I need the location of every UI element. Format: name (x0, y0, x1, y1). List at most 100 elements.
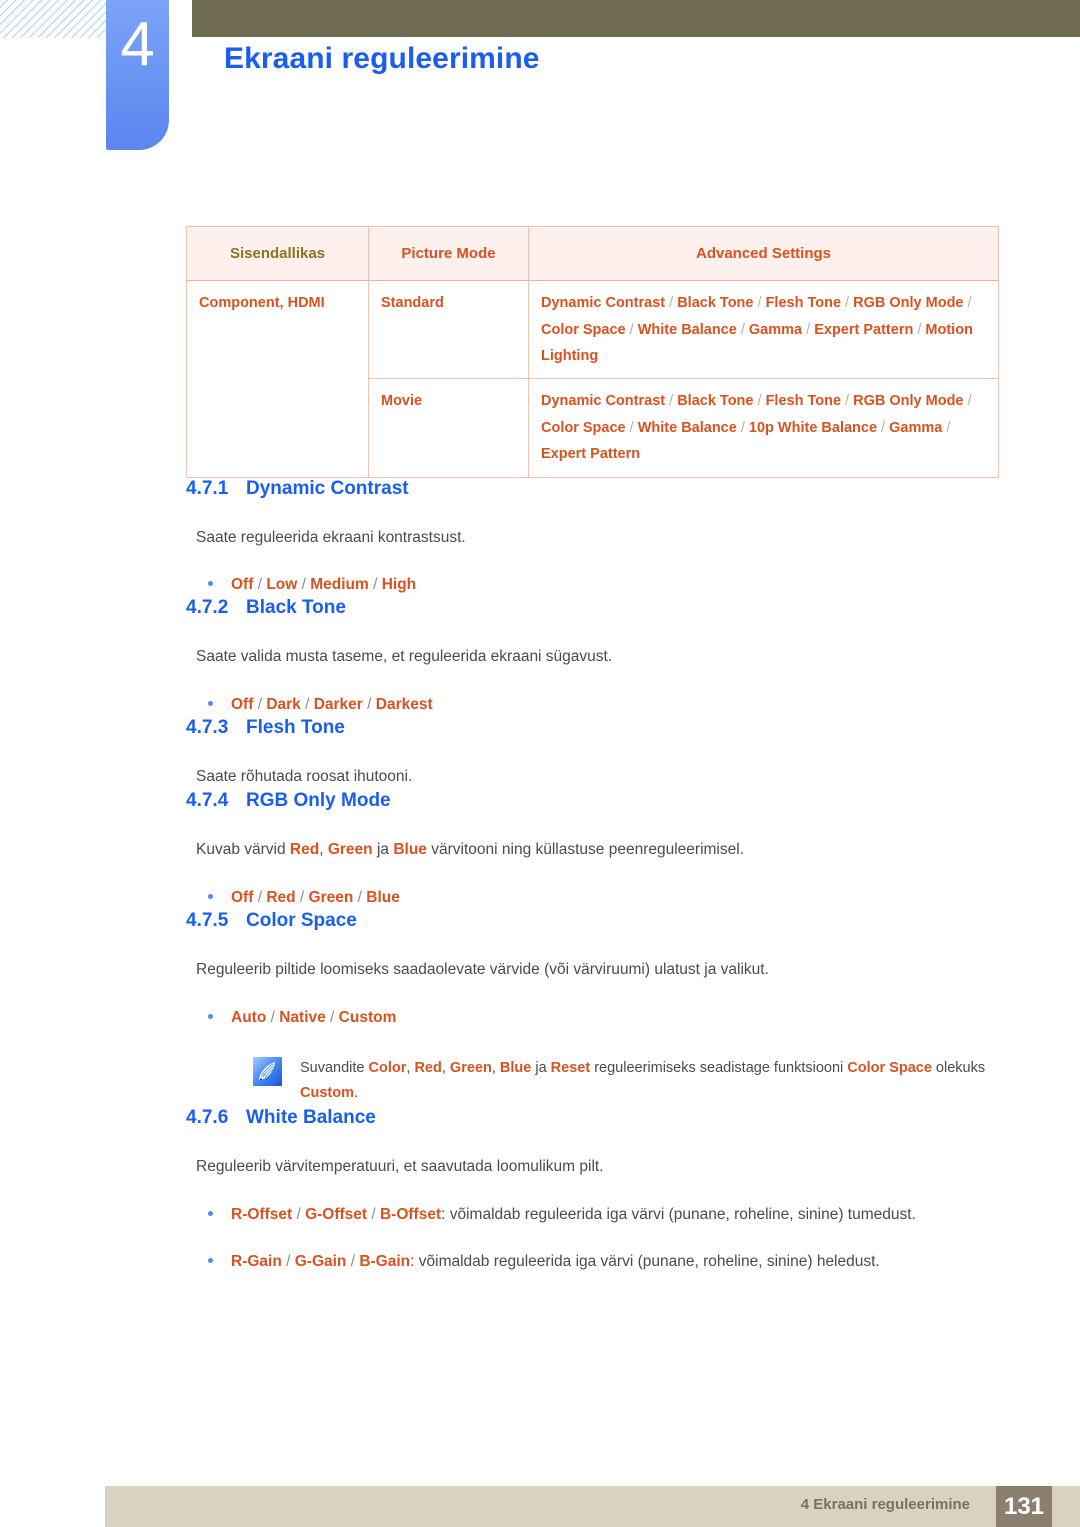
keyword-b-gain: B-Gain (359, 1252, 411, 1270)
section-number: 4.7.1 (186, 477, 229, 499)
option-native: Native (279, 1008, 326, 1026)
cell-picture-mode-standard: Standard (368, 280, 529, 380)
separator: / (292, 1205, 306, 1223)
list-item: Off / Low / Medium / High (186, 572, 998, 597)
option-off: Off (231, 888, 254, 906)
separator: / (346, 1252, 360, 1270)
document-page: 4 Ekraani reguleerimine Sisendallikas Pi… (0, 0, 1080, 1527)
list-item: R-Offset / G-Offset / B-Offset: võimalda… (186, 1202, 998, 1227)
text-fragment: , (491, 1059, 500, 1076)
section-title: Dynamic Contrast (246, 477, 409, 499)
section-number: 4.7.6 (186, 1106, 229, 1128)
section-heading-color-space: 4.7.5 Color Space (186, 910, 998, 932)
keyword-b-offset: B-Offset (379, 1205, 442, 1223)
option-low: Low (266, 576, 298, 594)
option-blue: Blue (366, 888, 400, 906)
section-title: White Balance (246, 1106, 376, 1128)
text-fragment: Kuvab värvid (196, 841, 290, 859)
page-number: 131 (996, 1486, 1052, 1527)
text-fragment: , (319, 841, 328, 859)
column-header-picture-mode: Picture Mode (368, 225, 529, 282)
note-quill-icon (253, 1056, 282, 1086)
list-item: Off / Red / Green / Blue (186, 885, 998, 910)
section-number: 4.7.5 (186, 910, 229, 932)
text-fragment: , (441, 1059, 450, 1076)
cell-advanced-standard: Dynamic Contrast / Black Tone / Flesh To… (528, 280, 999, 380)
section-body-dynamic-contrast: Saate reguleerida ekraani kontrastsust. (196, 528, 466, 546)
section-title: RGB Only Mode (246, 790, 391, 812)
decorative-hatch-pattern (0, 0, 106, 38)
bullet-list-rgb-only-mode: Off / Red / Green / Blue (186, 885, 998, 910)
keyword-custom: Custom (300, 1085, 354, 1102)
section-body-white-balance: Reguleerib värvitemperatuuri, et saavuta… (196, 1157, 604, 1175)
keyword-g-offset: G-Offset (305, 1205, 368, 1223)
text-fragment: värvitooni ning küllastuse peenreguleeri… (426, 841, 744, 859)
column-header-advanced-settings: Advanced Settings (528, 225, 999, 282)
option-green: Green (308, 888, 354, 906)
keyword-color: Color (368, 1059, 407, 1076)
keyword-red: Red (414, 1059, 442, 1076)
picture-mode-table: Sisendallikas Picture Mode Advanced Sett… (186, 225, 999, 478)
option-custom: Custom (338, 1008, 397, 1026)
bullet-list-color-space: Auto / Native / Custom (186, 1005, 998, 1030)
section-title: Flesh Tone (246, 717, 345, 739)
text-fragment: . (353, 1085, 359, 1102)
separator: / (367, 1205, 380, 1223)
option-darkest: Darkest (375, 696, 433, 714)
option-auto: Auto (231, 1008, 267, 1026)
footer-chapter-label: 4 Ekraani reguleerimine (800, 1496, 970, 1513)
note-text: Suvandite Color, Red, Green, Blue ja Res… (300, 1056, 998, 1107)
bullet-list-black-tone: Off / Dark / Darker / Darkest (186, 692, 998, 717)
section-body-black-tone: Saate valida musta taseme, et reguleerid… (196, 648, 613, 666)
cell-advanced-movie: Dynamic Contrast / Black Tone / Flesh To… (528, 378, 999, 478)
text-fragment: : võimaldab reguleerida iga värvi (punan… (410, 1252, 880, 1270)
separator: / (281, 1252, 295, 1270)
keyword-r-gain: R-Gain (231, 1252, 282, 1270)
keyword-reset: Reset (550, 1059, 591, 1076)
option-high: High (381, 576, 417, 594)
section-number: 4.7.4 (186, 790, 229, 812)
text-fragment: ja (372, 841, 394, 859)
section-body-flesh-tone: Saate rõhutada roosat ihutooni. (196, 768, 413, 786)
keyword-green: Green (327, 841, 373, 859)
list-item: Off / Dark / Darker / Darkest (186, 692, 998, 717)
section-body-rgb-only-mode: Kuvab värvid Red, Green ja Blue värvitoo… (196, 838, 998, 863)
text-fragment: olekuks (931, 1059, 986, 1076)
section-title: Black Tone (246, 597, 346, 619)
keyword-blue: Blue (499, 1059, 532, 1076)
chapter-number: 4 (120, 10, 155, 79)
list-item: R-Gain / G-Gain / B-Gain: võimaldab regu… (186, 1249, 998, 1274)
option-medium: Medium (310, 576, 369, 594)
list-item: Auto / Native / Custom (186, 1005, 998, 1030)
text-fragment: reguleerimiseks seadistage funktsiooni (590, 1059, 848, 1076)
keyword-green: Green (449, 1059, 492, 1076)
section-heading-rgb-only-mode: 4.7.4 RGB Only Mode (186, 790, 998, 812)
bullet-list-dynamic-contrast: Off / Low / Medium / High (186, 572, 998, 597)
section-number: 4.7.3 (186, 717, 229, 739)
text-fragment: Suvandite (300, 1059, 369, 1076)
option-off: Off (231, 576, 254, 594)
text-fragment: ja (531, 1059, 551, 1076)
option-red: Red (266, 888, 296, 906)
keyword-color-space: Color Space (847, 1059, 932, 1076)
column-header-source: Sisendallikas (186, 225, 369, 282)
section-heading-flesh-tone: 4.7.3 Flesh Tone (186, 717, 998, 739)
cell-picture-mode-movie: Movie (368, 378, 529, 478)
page-content: Sisendallikas Picture Mode Advanced Sett… (186, 225, 999, 1274)
section-body-color-space: Reguleerib piltide loomiseks saadaolevat… (196, 961, 769, 979)
table-header-row: Sisendallikas Picture Mode Advanced Sett… (186, 225, 999, 282)
keyword-red: Red (289, 841, 320, 859)
section-title: Color Space (246, 910, 357, 932)
text-fragment: : võimaldab reguleerida iga värvi (punan… (441, 1205, 916, 1223)
option-darker: Darker (313, 696, 363, 714)
option-off: Off (231, 696, 254, 714)
bullet-list-white-balance: R-Offset / G-Offset / B-Offset: võimalda… (186, 1202, 998, 1274)
note-box: Suvandite Color, Red, Green, Blue ja Res… (253, 1056, 998, 1107)
keyword-g-gain: G-Gain (294, 1252, 347, 1270)
section-heading-black-tone: 4.7.2 Black Tone (186, 597, 998, 619)
keyword-blue: Blue (393, 841, 427, 859)
section-heading-white-balance: 4.7.6 White Balance (186, 1107, 998, 1129)
option-dark: Dark (266, 696, 301, 714)
header-olive-bar (192, 0, 1080, 37)
table-row: Component, HDMI Standard Dynamic Contras… (186, 280, 999, 478)
